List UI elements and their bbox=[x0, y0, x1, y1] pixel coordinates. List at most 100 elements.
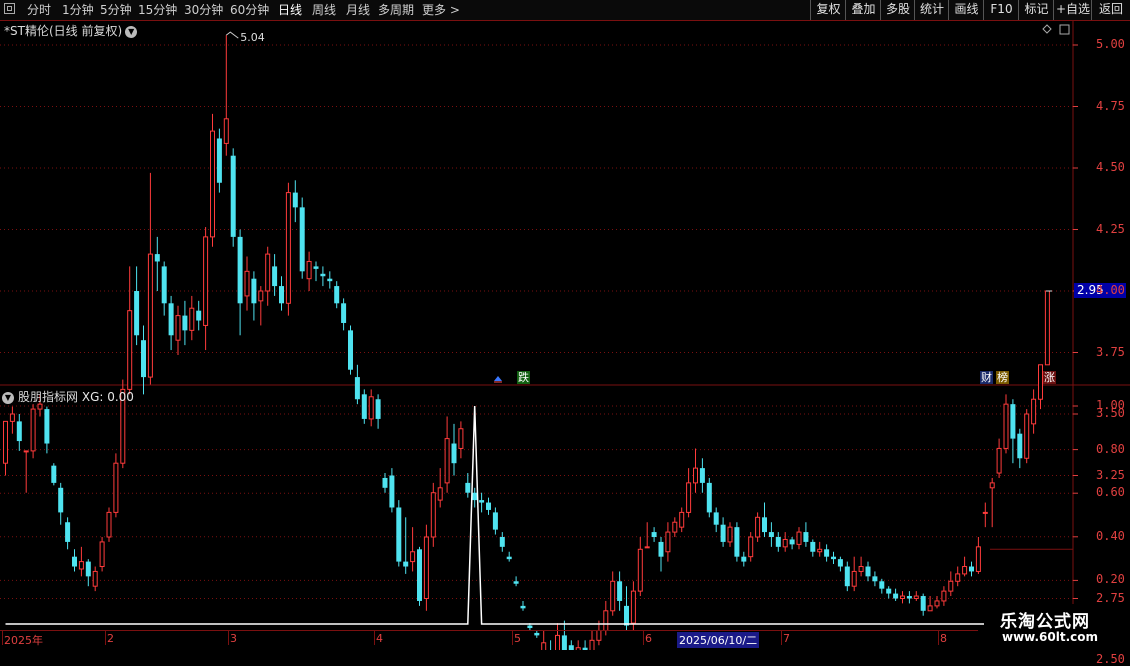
candle-body bbox=[982, 511, 988, 514]
ranking-flag[interactable]: 榜 bbox=[996, 371, 1009, 384]
candle-body bbox=[713, 512, 719, 525]
candle-body bbox=[348, 330, 353, 370]
indicator-title[interactable]: ▼ 股朋指标网 XG: 0.00 bbox=[2, 388, 134, 405]
candle-body bbox=[210, 130, 215, 238]
kline-chart[interactable]: 5.042.391 bbox=[0, 0, 1130, 650]
candle-body bbox=[975, 546, 981, 572]
drop-flag[interactable]: 跌 bbox=[517, 371, 530, 384]
candle-body bbox=[396, 507, 402, 562]
date-tick bbox=[374, 631, 375, 645]
signal-marker-icon bbox=[494, 376, 502, 381]
candle-body bbox=[844, 566, 850, 587]
candle-body bbox=[610, 580, 616, 612]
date-axis: 2025年 2 3 4 5 6 7 8 2025/06/10/二 bbox=[0, 630, 978, 648]
candle-body bbox=[368, 396, 374, 420]
candle-body bbox=[644, 546, 650, 549]
candle-body bbox=[410, 551, 416, 563]
candle-body bbox=[486, 502, 491, 510]
candle-body bbox=[969, 566, 974, 572]
candle-body bbox=[927, 605, 933, 612]
candle-body bbox=[403, 561, 409, 567]
indicator-tick-label: 0.40 bbox=[1096, 528, 1125, 543]
candle-body bbox=[223, 118, 229, 144]
candle-body bbox=[789, 539, 795, 545]
candle-body bbox=[492, 512, 498, 530]
candle-body bbox=[651, 532, 657, 537]
candle-body bbox=[265, 253, 271, 292]
candle-body bbox=[1044, 290, 1050, 366]
chevron-down-icon[interactable]: ▼ bbox=[2, 392, 14, 404]
date-tick bbox=[105, 631, 106, 645]
candle-body bbox=[762, 517, 767, 533]
candle-body bbox=[444, 438, 450, 484]
candle-body bbox=[479, 500, 485, 503]
candle-body bbox=[382, 477, 388, 488]
candle-body bbox=[168, 303, 174, 336]
candle-body bbox=[782, 538, 788, 548]
date-tick bbox=[2, 631, 3, 645]
candle-body bbox=[955, 573, 961, 582]
date-tick bbox=[228, 631, 229, 645]
candle-body bbox=[423, 536, 429, 599]
indicator-tick-label: 0.20 bbox=[1096, 572, 1125, 587]
candle-body bbox=[182, 315, 188, 331]
candle-body bbox=[306, 260, 312, 280]
candle-body bbox=[458, 428, 464, 449]
candle-body bbox=[693, 467, 698, 484]
date-tick bbox=[781, 631, 782, 645]
indicator-tick-label: 0.60 bbox=[1096, 485, 1125, 500]
candle-body bbox=[341, 303, 347, 323]
candle-body bbox=[320, 273, 326, 277]
candle-body bbox=[3, 420, 8, 464]
candle-body bbox=[900, 595, 905, 599]
candle-body bbox=[810, 541, 816, 552]
candle-body bbox=[962, 566, 968, 575]
rise-flag[interactable]: 涨 bbox=[1043, 371, 1056, 384]
candle-body bbox=[837, 559, 843, 567]
candle-body bbox=[389, 475, 395, 508]
candle-body bbox=[948, 580, 954, 592]
finance-flag[interactable]: 财 bbox=[980, 371, 993, 384]
candle-body bbox=[858, 566, 864, 572]
date-label: 8 bbox=[940, 632, 947, 645]
candle-body bbox=[334, 286, 340, 304]
cursor-date-label: 2025/06/10/二 bbox=[677, 632, 760, 648]
candle-body bbox=[872, 576, 878, 582]
indicator-tick-label: 0.80 bbox=[1096, 441, 1125, 456]
candle-body bbox=[734, 527, 740, 557]
candle-body bbox=[279, 286, 284, 304]
date-label: 7 bbox=[783, 632, 790, 645]
candle-body bbox=[603, 610, 609, 631]
candle-body bbox=[706, 482, 712, 513]
candle-body bbox=[755, 516, 761, 538]
candle-body bbox=[237, 236, 243, 304]
candle-body bbox=[996, 447, 1002, 474]
candle-body bbox=[989, 482, 995, 489]
diamond-icon bbox=[1042, 24, 1052, 34]
candle-body bbox=[85, 561, 91, 577]
candle-body bbox=[216, 138, 222, 183]
candle-body bbox=[258, 290, 264, 302]
price-tick-label: 4.00 bbox=[1096, 283, 1125, 297]
candle-body bbox=[699, 468, 705, 483]
box-icon bbox=[1059, 24, 1070, 35]
candle-body bbox=[617, 581, 623, 601]
candle-body bbox=[817, 548, 823, 553]
candle-body bbox=[748, 536, 754, 558]
candle-body bbox=[803, 532, 809, 542]
candle-body bbox=[879, 581, 885, 589]
candle-body bbox=[99, 541, 105, 568]
candle-body bbox=[499, 537, 505, 547]
candle-body bbox=[1031, 398, 1037, 425]
candle-body bbox=[886, 588, 892, 594]
candle-body bbox=[630, 590, 636, 624]
candle-body bbox=[141, 340, 146, 378]
candle-body bbox=[1024, 413, 1030, 459]
candle-body bbox=[72, 556, 77, 567]
date-tick bbox=[643, 631, 644, 645]
price-tick-label: 5.00 bbox=[1096, 37, 1125, 51]
candle-body bbox=[361, 394, 367, 419]
candle-body bbox=[920, 596, 926, 611]
watermark-url: www.60lt.com bbox=[1002, 630, 1099, 644]
candle-body bbox=[417, 549, 422, 601]
